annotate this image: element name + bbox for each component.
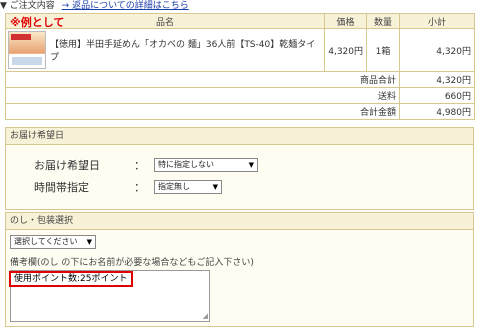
noshi-select[interactable]: 選択してください ▼ [10,235,96,249]
noshi-panel: のし・包装選択 選択してください ▼ 備考欄(のし の下にお名前が必要な場合など… [5,212,474,327]
resize-handle-icon[interactable]: ◢ [203,312,208,320]
delivery-time-label: 時間帯指定 [34,181,89,194]
section-title: ▼ ご注文内容 [0,1,55,11]
delivery-panel: お届け希望日 お届け希望日 ： 特に指定しない ▼ 時間帯指定 ： 指定無し ▼ [5,127,474,210]
summary-row: 商品合計 4,320円 [5,71,475,88]
summary-value: 4,320円 [399,71,475,88]
summary-label: 送料 [5,87,400,104]
summary-label: 合計金額 [5,103,400,120]
noshi-select-value: 選択してください [14,237,78,246]
noshi-panel-title: のし・包装選択 [6,213,473,230]
qty-cell: 1箱 [366,28,400,72]
table-header-row: ※例として 品名 価格 数量 小計 [5,13,475,29]
example-label: ※例として [10,16,65,29]
delivery-time-row: 時間帯指定 ： 指定無し ▼ [34,179,222,195]
delivery-panel-title: お届け希望日 [6,128,473,145]
summary-row: 合計金額 4,980円 [5,103,475,120]
summary-value: 660円 [399,87,475,104]
section-header: ▼ ご注文内容 → 返品についての詳細はこちら [0,0,480,13]
product-thumbnail[interactable] [8,31,46,69]
column-header-label: 品名 [155,17,174,28]
column-header-subtotal: 小計 [399,13,475,29]
chevron-down-icon: ▼ [86,238,92,246]
delivery-date-row: お届け希望日 ： 特に指定しない ▼ [34,157,258,173]
column-header-name: ※例として 品名 [5,13,325,29]
delivery-time-value: 指定無し [158,182,190,191]
price-cell: 4,320円 [324,28,367,72]
note-label: 備考欄(のし の下にお名前が必要な場合などもご記入下さい) [10,258,254,268]
table-row: 【徳用】半田手延めん「オカベの 麺」36人前【TS-40】乾麺タイプ 4,320… [5,28,475,72]
delivery-date-value: 特に指定しない [158,160,214,169]
return-policy-link[interactable]: → 返品についての詳細はこちら [62,1,189,11]
summary-label: 商品合計 [5,71,400,88]
column-header-qty: 数量 [366,13,400,29]
summary-row: 送料 660円 [5,87,475,104]
chevron-down-icon: ▼ [248,161,254,169]
subtotal-cell: 4,320円 [399,28,475,72]
column-header-price: 価格 [324,13,367,29]
delivery-date-select[interactable]: 特に指定しない ▼ [154,158,258,172]
delivery-time-colon: ： [134,181,145,194]
delivery-date-label: お届け希望日 [34,159,100,172]
summary-value: 4,980円 [399,103,475,120]
order-table: ※例として 品名 価格 数量 小計 【徳用】半田手延めん「オカベの 麺」36人前… [5,13,475,120]
product-name[interactable]: 【徳用】半田手延めん「オカベの 麺」36人前【TS-40】乾麺タイプ [50,37,322,63]
delivery-date-colon: ： [134,159,145,172]
product-cell: 【徳用】半田手延めん「オカベの 麺」36人前【TS-40】乾麺タイプ [5,28,325,72]
note-text-highlight: 使用ポイント数:25ポイント [9,271,133,287]
delivery-time-select[interactable]: 指定無し ▼ [154,180,222,194]
chevron-down-icon: ▼ [212,183,218,191]
